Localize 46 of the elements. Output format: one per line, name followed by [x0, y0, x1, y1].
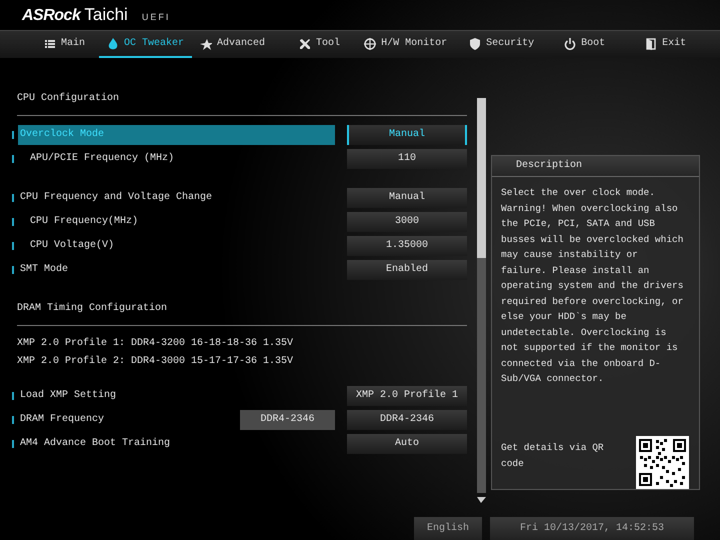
- setting-label[interactable]: CPU Frequency(MHz): [18, 212, 335, 232]
- logo: ASRock Taichi UEFI: [22, 5, 170, 25]
- door-icon: [645, 38, 658, 50]
- date-time: Fri 10/13/2017, 14:52:53: [490, 517, 694, 540]
- description-title: Description: [492, 156, 699, 177]
- tab[interactable]: H/W Monitor: [356, 31, 456, 58]
- setting-label[interactable]: DRAM Frequency: [18, 410, 240, 430]
- tab[interactable]: Tool: [291, 31, 348, 58]
- value-button[interactable]: Manual: [347, 125, 467, 145]
- setting-label[interactable]: CPU Frequency and Voltage Change: [18, 188, 335, 208]
- tab[interactable]: OC Tweaker: [99, 31, 192, 58]
- value-button[interactable]: DDR4-2346: [347, 410, 467, 430]
- list-icon: [44, 38, 56, 50]
- star-icon: [200, 38, 212, 50]
- tab[interactable]: Advanced: [192, 31, 274, 58]
- shield-icon: [469, 38, 482, 50]
- info-text: XMP 2.0 Profile 1: DDR4-3200 16-18-18-36 1.35V: [16, 336, 294, 351]
- section-heading: CPU Configuration: [16, 92, 120, 106]
- setting-label[interactable]: CPU Voltage(V): [18, 236, 335, 256]
- value-button[interactable]: 1.35000: [347, 236, 467, 256]
- current-value: DDR4-2346: [240, 410, 335, 430]
- info-text: XMP 2.0 Profile 2: DDR4-3000 15-17-17-36 1.35V: [16, 354, 294, 369]
- value-button[interactable]: XMP 2.0 Profile 1: [347, 386, 467, 406]
- tab[interactable]: Security: [461, 31, 542, 58]
- language-button[interactable]: English: [414, 517, 482, 540]
- description-text: Select the over clock mode. Warning! When overclocking also the PCIe, PCI, SATA and USB busses will be overclocked which may cause instability or failure. Please install an operating system and the drivers required before overclocking, or else your HDD`s may be undetectable. Overclocking is not supported if the monitor is connected via the onboard D-Sub/VGA connector.: [500, 186, 684, 386]
- setting-label[interactable]: AM4 Advance Boot Training: [18, 434, 335, 454]
- scroll-thumb[interactable]: [477, 98, 486, 258]
- value-button[interactable]: 3000: [347, 212, 467, 232]
- tab[interactable]: Exit: [637, 31, 694, 58]
- value-button[interactable]: 110: [347, 149, 467, 169]
- tab[interactable]: Boot: [556, 31, 614, 58]
- qr-code: [636, 436, 689, 489]
- tab[interactable]: Main: [36, 31, 94, 58]
- value-button[interactable]: Auto: [347, 434, 467, 454]
- setting-label[interactable]: SMT Mode: [18, 260, 335, 280]
- setting-label[interactable]: APU/PCIE Frequency (MHz): [18, 149, 335, 169]
- section-heading: DRAM Timing Configuration: [16, 302, 168, 316]
- crosshair-icon: [364, 38, 376, 50]
- power-icon: [564, 38, 576, 50]
- scroll-down-icon[interactable]: [477, 497, 486, 503]
- value-button[interactable]: Enabled: [347, 260, 467, 280]
- value-button[interactable]: Manual: [347, 188, 467, 208]
- setting-label[interactable]: Load XMP Setting: [18, 386, 335, 406]
- qr-caption: Get details via QR code: [501, 441, 605, 470]
- flame-icon: [107, 38, 120, 50]
